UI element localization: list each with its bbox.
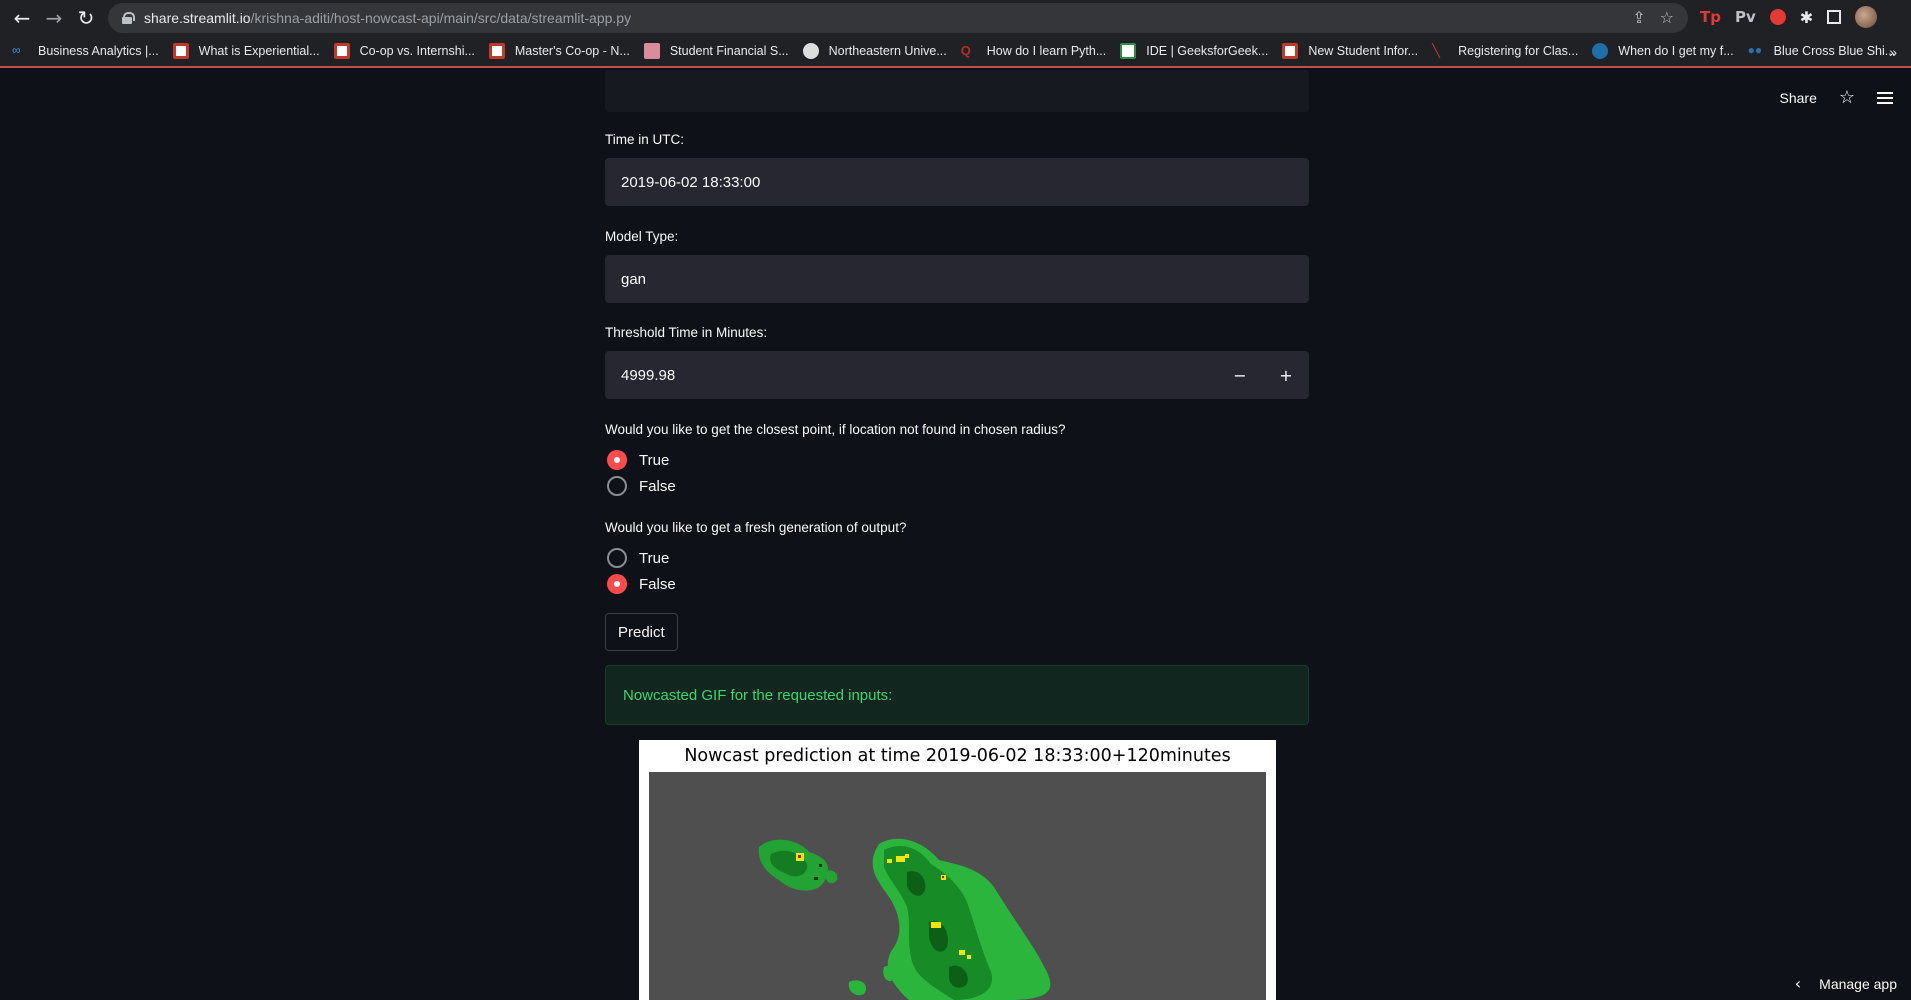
share-page-icon[interactable]: ⇪ xyxy=(1632,8,1645,27)
radio-label: True xyxy=(639,452,669,469)
bookmark-favicon-icon xyxy=(803,43,819,59)
bookmark-favicon-icon xyxy=(1592,43,1608,59)
extension-red-icon[interactable] xyxy=(1770,9,1786,25)
radar-plot xyxy=(649,772,1266,1000)
main-menu-icon[interactable] xyxy=(1877,92,1893,104)
bookmark-label: Blue Cross Blue Shi... xyxy=(1774,44,1896,58)
star-icon[interactable]: ☆ xyxy=(1839,87,1855,108)
bookmark-label: IDE | GeeksforGeek... xyxy=(1146,44,1268,58)
bookmark-item[interactable]: New Student Infor... xyxy=(1282,43,1418,59)
closest-radio-true[interactable]: True xyxy=(607,450,669,470)
radio-label: False xyxy=(639,576,676,593)
closest-radio-false[interactable]: False xyxy=(607,476,676,496)
bookmark-item[interactable]: Master's Co-op - N... xyxy=(489,43,630,59)
fresh-radio-false[interactable]: False xyxy=(607,574,676,594)
share-button[interactable]: Share xyxy=(1780,90,1817,106)
extension-pv-icon[interactable]: Pv xyxy=(1735,8,1756,26)
radar-image xyxy=(649,772,1266,1000)
radio-label: True xyxy=(639,550,669,567)
bookmark-favicon-icon xyxy=(489,43,505,59)
bookmark-favicon-icon xyxy=(173,43,189,59)
manage-app-button[interactable]: ‹ Manage app xyxy=(1795,974,1897,993)
bookmark-label: What is Experiential... xyxy=(199,44,320,58)
closest-point-question: Would you like to get the closest point,… xyxy=(605,422,1066,437)
scrolled-field xyxy=(605,70,1309,112)
url-host: share.streamlit.io xyxy=(144,10,251,26)
fresh-generation-question: Would you like to get a fresh generation… xyxy=(605,520,906,535)
bookmark-favicon-icon xyxy=(1120,43,1136,59)
bookmark-label: Business Analytics |... xyxy=(38,44,159,58)
bookmark-label: Master's Co-op - N... xyxy=(515,44,630,58)
radio-selected-icon xyxy=(607,450,627,470)
bookmark-favicon-icon: ∞ xyxy=(12,43,28,59)
bookmark-favicon-icon: ●● xyxy=(1748,43,1764,59)
bookmarks-bar: ∞ Business Analytics |... What is Experie… xyxy=(0,36,1911,68)
app-header: Share ☆ xyxy=(1780,87,1894,108)
bookmarks-overflow-icon[interactable]: » xyxy=(1889,44,1897,60)
model-type-label: Model Type: xyxy=(605,229,678,244)
address-bar[interactable]: share.streamlit.io/krishna-aditi/host-no… xyxy=(108,3,1688,33)
radio-label: False xyxy=(639,478,676,495)
fresh-radio-true[interactable]: True xyxy=(607,548,669,568)
bookmark-favicon-icon xyxy=(334,43,350,59)
quantity-stepper: − + xyxy=(1217,351,1309,399)
time-label: Time in UTC: xyxy=(605,132,684,147)
back-arrow-icon[interactable]: ← xyxy=(6,2,38,34)
bookmark-item[interactable]: Northeastern Unive... xyxy=(803,43,947,59)
radio-unselected-icon xyxy=(607,548,627,568)
bookmark-label: Co-op vs. Internshi... xyxy=(360,44,475,58)
nowcast-gif: Nowcast prediction at time 2019-06-02 18… xyxy=(639,740,1276,1000)
bookmark-label: Registering for Clas... xyxy=(1458,44,1578,58)
bookmark-item[interactable]: ╲ Registering for Clas... xyxy=(1432,43,1578,59)
bookmark-favicon-icon: Q xyxy=(961,43,977,59)
chevron-left-icon: ‹ xyxy=(1795,974,1801,993)
bookmark-favicon-icon xyxy=(644,43,660,59)
manage-app-label: Manage app xyxy=(1819,976,1897,992)
side-panel-icon[interactable] xyxy=(1827,10,1841,24)
decrement-button[interactable]: − xyxy=(1217,351,1263,399)
increment-button[interactable]: + xyxy=(1263,351,1309,399)
bookmark-favicon-icon: ╲ xyxy=(1432,43,1448,59)
url-path: /krishna-aditi/host-nowcast-api/main/src… xyxy=(251,10,632,26)
bookmark-label: New Student Infor... xyxy=(1308,44,1418,58)
gif-title: Nowcast prediction at time 2019-06-02 18… xyxy=(639,746,1276,766)
predict-button[interactable]: Predict xyxy=(605,613,678,651)
lock-icon xyxy=(122,12,132,24)
bookmark-item[interactable]: Student Financial S... xyxy=(644,43,789,59)
profile-avatar[interactable] xyxy=(1855,6,1877,28)
threshold-label: Threshold Time in Minutes: xyxy=(605,325,767,340)
bookmark-label: How do I learn Pyth... xyxy=(987,44,1107,58)
model-type-input[interactable]: gan xyxy=(605,255,1309,303)
extensions-puzzle-icon[interactable]: ✱ xyxy=(1800,8,1813,27)
browser-toolbar: ← → ↻ share.streamlit.io/krishna-aditi/h… xyxy=(0,0,1911,36)
time-input[interactable]: 2019-06-02 18:33:00 xyxy=(605,158,1309,206)
bookmark-star-icon[interactable]: ☆ xyxy=(1660,8,1674,27)
extension-tp-icon[interactable]: Tp xyxy=(1700,8,1721,26)
bookmark-item[interactable]: Q How do I learn Pyth... xyxy=(961,43,1107,59)
bookmark-item[interactable]: ∞ Business Analytics |... xyxy=(12,43,159,59)
bookmark-label: Student Financial S... xyxy=(670,44,789,58)
bookmark-label: Northeastern Unive... xyxy=(829,44,947,58)
bookmark-item[interactable]: What is Experiential... xyxy=(173,43,320,59)
forward-arrow-icon[interactable]: → xyxy=(38,2,70,34)
bookmark-favicon-icon xyxy=(1282,43,1298,59)
threshold-number-input[interactable]: 4999.98 − + xyxy=(605,351,1309,399)
reload-icon[interactable]: ↻ xyxy=(70,2,102,34)
bookmark-item[interactable]: Co-op vs. Internshi... xyxy=(334,43,475,59)
success-alert: Nowcasted GIF for the requested inputs: xyxy=(605,665,1309,725)
radio-selected-icon xyxy=(607,574,627,594)
bookmark-item[interactable]: IDE | GeeksforGeek... xyxy=(1120,43,1268,59)
radio-unselected-icon xyxy=(607,476,627,496)
bookmark-item[interactable]: When do I get my f... xyxy=(1592,43,1733,59)
threshold-value: 4999.98 xyxy=(621,367,675,384)
bookmark-item[interactable]: ●● Blue Cross Blue Shi... xyxy=(1748,43,1896,59)
bookmark-label: When do I get my f... xyxy=(1618,44,1733,58)
